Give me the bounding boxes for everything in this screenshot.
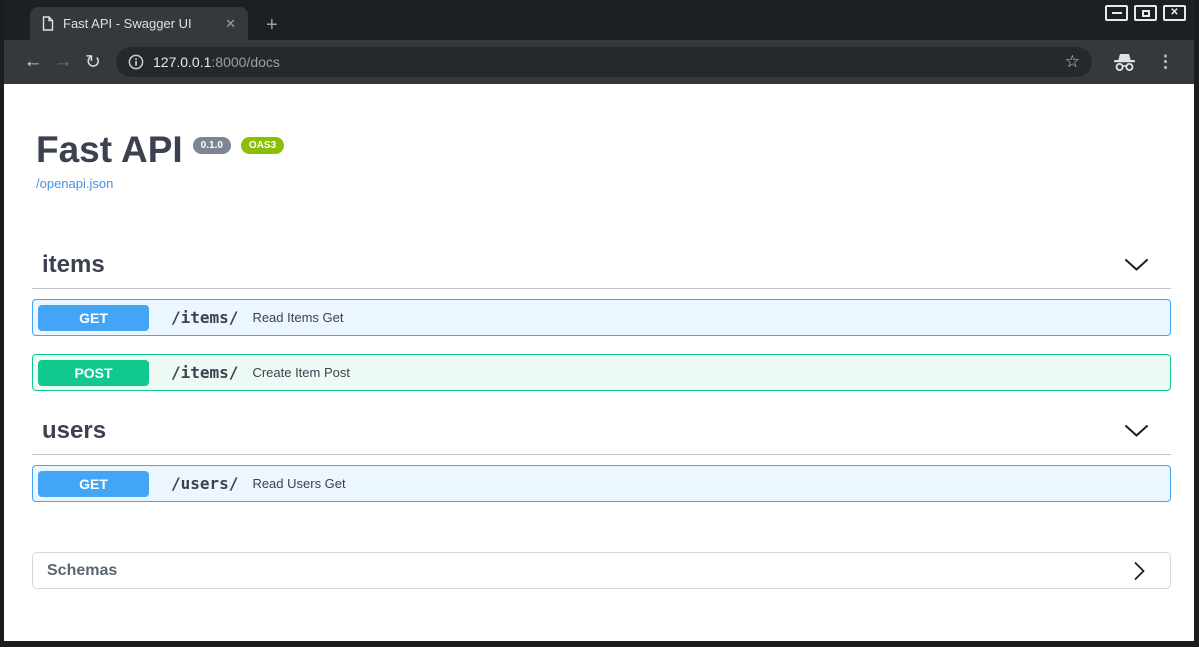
operation-summary: Read Items Get <box>252 310 344 325</box>
browser-tab[interactable]: Fast API - Swagger UI ✕ <box>30 7 248 40</box>
maximize-icon <box>1141 9 1150 17</box>
method-button[interactable]: GET <box>38 304 149 331</box>
operation-get-items[interactable]: GET /items/ Read Items Get <box>32 299 1171 336</box>
schemas-section[interactable]: Schemas <box>32 552 1171 589</box>
chevron-down-icon[interactable] <box>1124 258 1149 272</box>
url-path: :8000/docs <box>211 54 280 70</box>
bookmark-star-icon[interactable]: ☆ <box>1065 52 1080 72</box>
forward-icon[interactable]: → <box>48 51 78 73</box>
titlebar: Fast API - Swagger UI ✕ + ✕ <box>4 0 1194 40</box>
schemas-label: Schemas <box>47 561 118 579</box>
menu-kebab-icon[interactable]: ⋮ <box>1157 52 1174 72</box>
section-title: users <box>42 417 107 444</box>
address-bar[interactable]: 127.0.0.1:8000/docs ☆ <box>116 47 1092 77</box>
openapi-spec-link[interactable]: /openapi.json <box>36 176 113 191</box>
section-users-header[interactable]: users <box>32 417 1171 455</box>
tab-close-icon[interactable]: ✕ <box>223 16 238 32</box>
tab-title: Fast API - Swagger UI <box>63 16 192 31</box>
reload-icon[interactable]: ↻ <box>78 51 108 74</box>
section-items-header[interactable]: items <box>32 251 1171 289</box>
operation-path: /users/ <box>171 474 239 493</box>
chevron-down-icon[interactable] <box>1124 424 1149 438</box>
browser-toolbar: ← → ↻ 127.0.0.1:8000/docs ☆ ⋮ <box>4 40 1194 84</box>
close-icon: ✕ <box>1170 7 1179 18</box>
operation-path: /items/ <box>171 363 239 382</box>
page-title: Fast API <box>36 129 183 170</box>
info-icon[interactable] <box>128 54 144 70</box>
page-favicon-icon <box>42 16 54 31</box>
toolbar-right: ⋮ <box>1112 52 1174 72</box>
url-host: 127.0.0.1 <box>153 54 212 70</box>
method-button[interactable]: GET <box>38 470 149 497</box>
browser-window: Fast API - Swagger UI ✕ + ✕ ← → ↻ 127.0.… <box>0 0 1199 647</box>
version-badge: 0.1.0 <box>192 137 231 154</box>
url-text: 127.0.0.1:8000/docs <box>153 54 280 70</box>
new-tab-button[interactable]: + <box>266 15 278 35</box>
section-title: items <box>42 251 105 278</box>
maximize-button[interactable] <box>1134 5 1157 21</box>
chevron-right-icon[interactable] <box>1133 561 1146 581</box>
section-items: items GET /items/ Read Items Get POST /i… <box>32 251 1171 391</box>
swagger-page: Fast API 0.1.0 OAS3 /openapi.json items … <box>4 84 1194 641</box>
operation-summary: Read Users Get <box>252 476 346 491</box>
operation-path: /items/ <box>171 308 239 327</box>
close-button[interactable]: ✕ <box>1163 5 1186 21</box>
api-header: Fast API 0.1.0 OAS3 <box>32 129 1171 170</box>
incognito-icon <box>1114 53 1135 71</box>
operation-get-users[interactable]: GET /users/ Read Users Get <box>32 465 1171 502</box>
operation-summary: Create Item Post <box>252 365 350 380</box>
section-users: users GET /users/ Read Users Get <box>32 417 1171 502</box>
operation-post-items[interactable]: POST /items/ Create Item Post <box>32 354 1171 391</box>
minimize-button[interactable] <box>1105 5 1128 21</box>
minimize-icon <box>1111 12 1122 14</box>
window-controls: ✕ <box>1105 5 1186 21</box>
method-button[interactable]: POST <box>38 359 149 386</box>
oas3-badge: OAS3 <box>240 137 285 154</box>
back-icon[interactable]: ← <box>18 51 48 73</box>
